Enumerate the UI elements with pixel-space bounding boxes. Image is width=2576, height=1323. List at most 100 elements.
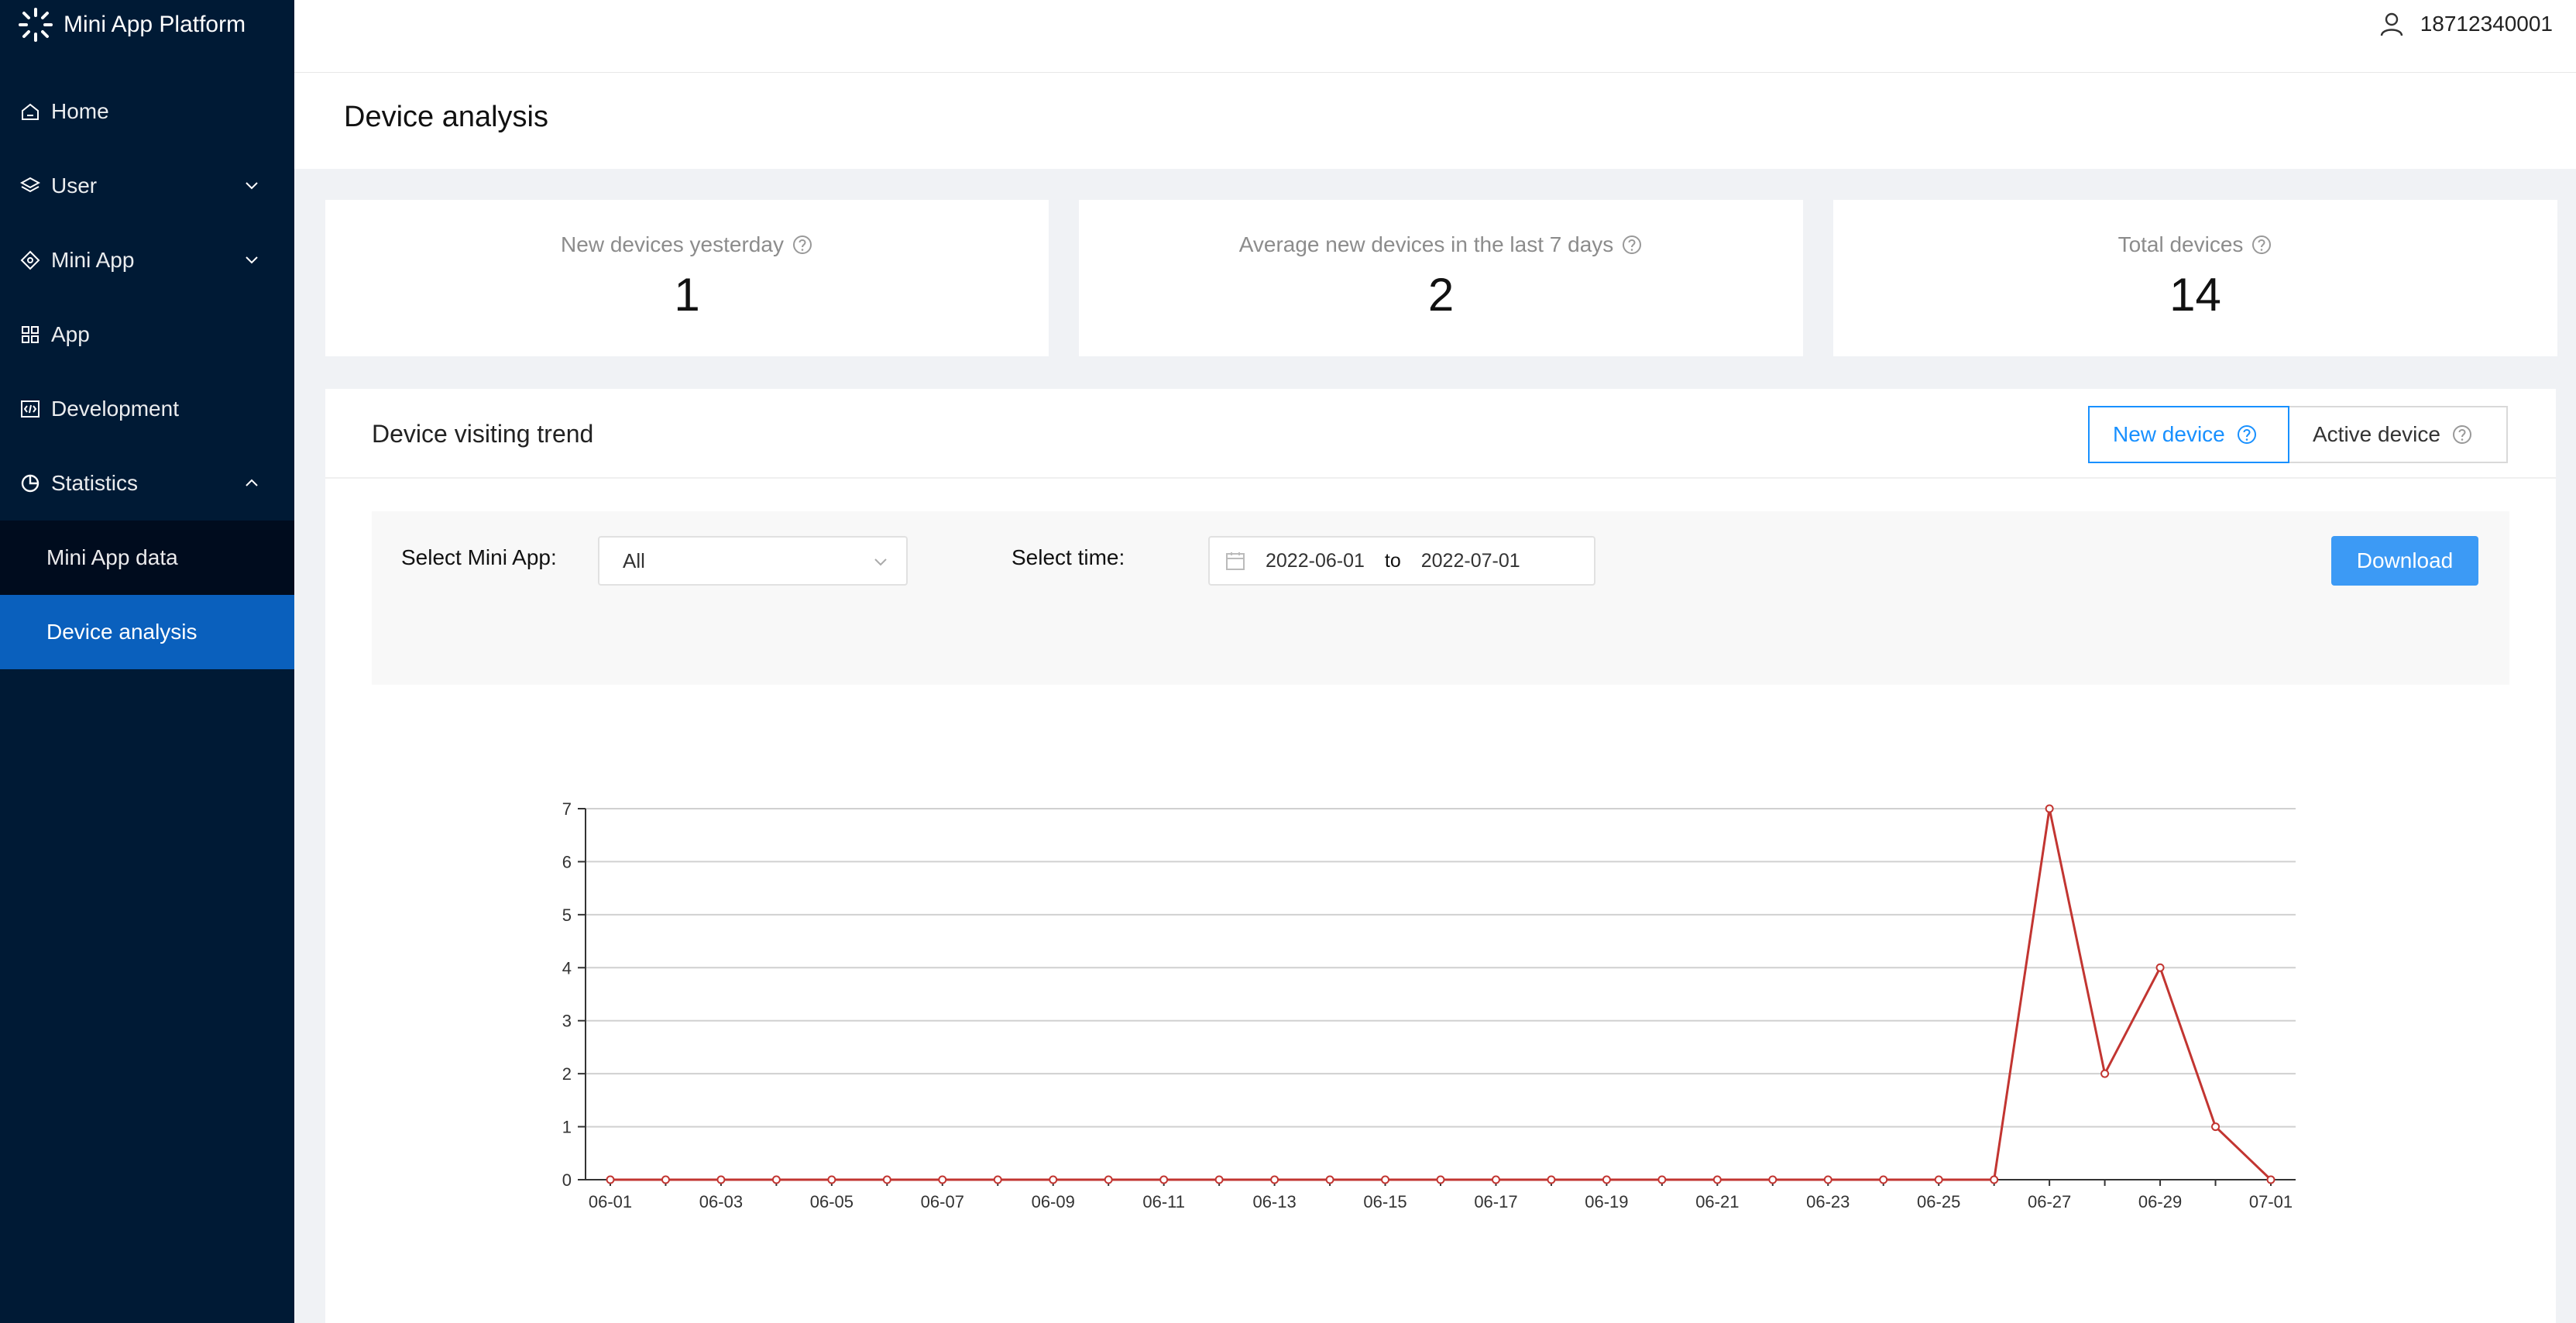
diamond-icon [20, 250, 40, 270]
data-point[interactable] [606, 1175, 615, 1184]
data-point[interactable] [1049, 1175, 1058, 1184]
user-menu[interactable]: 18712340001 [2379, 11, 2553, 37]
x-tick-label: 06-13 [1252, 1192, 1296, 1211]
data-point[interactable] [1159, 1175, 1169, 1184]
sidebar-item-label: Statistics [51, 471, 139, 495]
sidebar-item-label: User [51, 174, 98, 198]
code-icon [21, 400, 39, 418]
stat-value: 14 [2169, 269, 2221, 321]
data-point[interactable] [1270, 1175, 1279, 1184]
y-tick-label: 3 [562, 1012, 572, 1031]
data-point[interactable] [1436, 1175, 1445, 1184]
question-icon [2237, 425, 2256, 444]
sidebar: Mini App Platform Home User Mini App App… [0, 0, 294, 1323]
data-point[interactable] [1768, 1175, 1777, 1184]
data-point[interactable] [1104, 1175, 1113, 1184]
sidebar-item-label: Home [51, 99, 109, 123]
y-tick-label: 6 [562, 852, 572, 871]
data-point[interactable] [2266, 1175, 2275, 1184]
data-point[interactable] [1712, 1175, 1722, 1184]
sidebar-item-development[interactable]: Development [0, 372, 294, 446]
data-point[interactable] [1657, 1175, 1667, 1184]
brand[interactable]: Mini App Platform [0, 0, 294, 50]
sidebar-item-mini-app-data[interactable]: Mini App data [0, 521, 294, 595]
x-tick-label: 07-01 [2249, 1192, 2293, 1211]
question-icon[interactable] [792, 234, 813, 256]
data-point[interactable] [716, 1175, 726, 1184]
data-point[interactable] [2100, 1069, 2110, 1078]
data-point[interactable] [1381, 1175, 1390, 1184]
x-tick-label: 06-27 [2028, 1192, 2071, 1211]
x-tick-label: 06-17 [1474, 1192, 1517, 1211]
sidebar-item-home[interactable]: Home [0, 74, 294, 149]
x-tick-label: 06-21 [1695, 1192, 1739, 1211]
logo-icon [19, 8, 53, 42]
tab-label: New device [2113, 422, 2225, 446]
x-tick-label: 06-29 [2138, 1192, 2182, 1211]
data-point[interactable] [2211, 1122, 2221, 1132]
x-tick-label: 06-09 [1032, 1192, 1075, 1211]
question-icon[interactable] [2251, 234, 2272, 256]
y-tick-label: 7 [562, 799, 572, 819]
sidebar-item-label: App [51, 322, 90, 346]
stat-label: Total devices [2117, 232, 2244, 256]
data-point[interactable] [827, 1175, 836, 1184]
data-point[interactable] [993, 1175, 1002, 1184]
page-header: Device analysis [294, 73, 2576, 169]
sidebar-item-label: Development [51, 397, 179, 421]
x-tick-label: 06-25 [1917, 1192, 1960, 1211]
sidebar-item-device-analysis[interactable]: Device analysis [0, 595, 294, 669]
y-tick-label: 5 [562, 905, 572, 925]
stat-label: New devices yesterday [561, 232, 784, 256]
sidebar-item-app[interactable]: App [0, 297, 294, 372]
layers-icon [20, 177, 40, 193]
stat-card-total: Total devices 14 [1833, 200, 2557, 356]
data-point[interactable] [938, 1175, 947, 1184]
user-icon [2380, 12, 2403, 36]
x-tick-label: 06-07 [921, 1192, 964, 1211]
data-point[interactable] [1602, 1175, 1611, 1184]
x-tick-label: 06-23 [1806, 1192, 1850, 1211]
y-tick-label: 1 [562, 1118, 572, 1137]
sidebar-item-label: Mini App [51, 248, 135, 272]
data-point[interactable] [1325, 1175, 1334, 1184]
stat-title-row: Average new devices in the last 7 days [1079, 232, 1803, 257]
data-point[interactable] [1934, 1175, 1943, 1184]
data-point[interactable] [2155, 963, 2165, 972]
x-tick-label: 06-11 [1142, 1192, 1185, 1211]
stat-card-avg-7-days: Average new devices in the last 7 days 2 [1079, 200, 1803, 356]
data-point[interactable] [1990, 1175, 1999, 1184]
brand-name: Mini App Platform [64, 12, 246, 37]
data-point[interactable] [1547, 1175, 1556, 1184]
data-point[interactable] [1214, 1175, 1224, 1184]
x-tick-label: 06-19 [1585, 1192, 1628, 1211]
tab-new-device[interactable]: New device [2088, 406, 2289, 463]
data-point[interactable] [661, 1175, 670, 1184]
sidebar-item-statistics[interactable]: Statistics [0, 446, 294, 521]
y-tick-label: 2 [562, 1064, 572, 1084]
data-point[interactable] [771, 1175, 781, 1184]
trend-line-chart: 0 1 2 3 4 5 6 7 06-01 06-03 06-05 06-07 06-09 06-11 06… [562, 799, 2296, 1211]
user-name: 18712340001 [2420, 12, 2553, 36]
pie-chart-icon [21, 474, 39, 493]
sidebar-item-user[interactable]: User [0, 149, 294, 223]
data-point[interactable] [1823, 1175, 1832, 1184]
series-line [610, 808, 2272, 1181]
x-tick-label: 06-05 [810, 1192, 854, 1211]
question-icon[interactable] [1621, 234, 1643, 256]
grid-icon [22, 326, 39, 343]
data-point[interactable] [1879, 1175, 1888, 1184]
data-point[interactable] [1491, 1175, 1500, 1184]
sidebar-item-mini-app[interactable]: Mini App [0, 223, 294, 297]
stat-title-row: New devices yesterday [325, 232, 1049, 257]
stat-title-row: Total devices [1833, 232, 2557, 257]
trend-panel: Device visiting trend New device Active … [325, 389, 2556, 1323]
data-point[interactable] [882, 1175, 891, 1184]
stat-label: Average new devices in the last 7 days [1238, 232, 1614, 256]
home-icon [22, 103, 39, 120]
y-tick-label: 0 [562, 1170, 572, 1190]
statistics-submenu: Mini App data Device analysis [0, 521, 294, 669]
x-tick-label: 06-03 [699, 1192, 743, 1211]
x-tick-label: 06-01 [589, 1192, 632, 1211]
data-point[interactable] [2045, 804, 2054, 813]
